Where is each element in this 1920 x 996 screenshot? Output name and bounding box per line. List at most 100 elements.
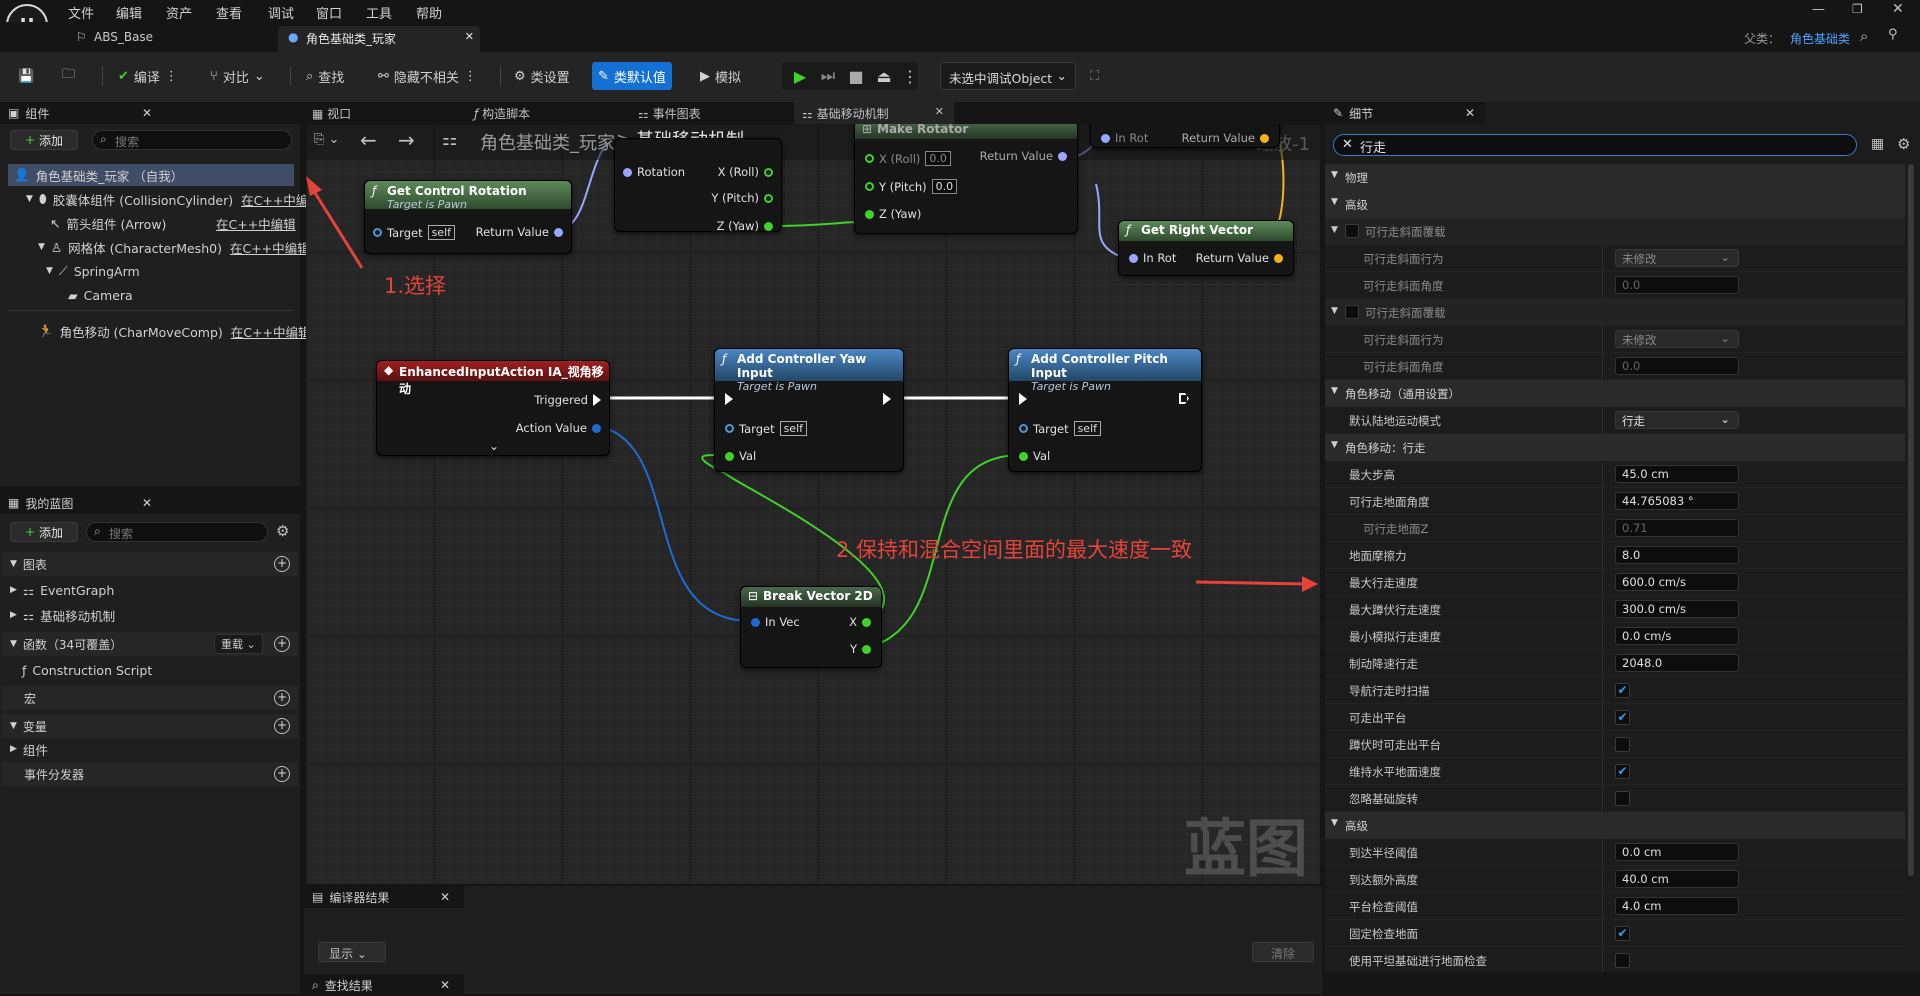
section-graphs[interactable]: ▼ 图表 + xyxy=(2,552,298,576)
add-blueprint-button[interactable]: + 添加 xyxy=(10,522,78,542)
panel-close-icon[interactable]: ✕ xyxy=(142,496,152,510)
step-icon[interactable]: ⏭ xyxy=(814,62,842,90)
find-button[interactable]: ⌕ 查找 xyxy=(300,62,350,90)
property-value-input[interactable]: 40.0 cm xyxy=(1615,870,1739,888)
edit-in-cpp-link[interactable]: 在C++中编辑 xyxy=(231,322,311,341)
property-dropdown[interactable]: 未修改 ⌄ xyxy=(1615,249,1739,267)
save-icon[interactable]: 💾 xyxy=(12,62,40,90)
panel-close-icon[interactable]: ✕ xyxy=(440,978,450,992)
property-dropdown[interactable]: 行走 ⌄ xyxy=(1615,411,1739,429)
tab-construction-script[interactable]: ƒ 构造脚本 xyxy=(474,105,530,122)
more-icon[interactable]: ⋮ xyxy=(165,69,178,84)
tab-close-icon[interactable]: ✕ xyxy=(465,30,474,43)
debug-filter-icon[interactable]: ⛶ xyxy=(1084,62,1105,90)
property-dropdown[interactable]: 未修改 ⌄ xyxy=(1615,330,1739,348)
tab-close-icon[interactable]: ✕ xyxy=(935,105,944,118)
gear-icon[interactable]: ⚙ xyxy=(276,522,289,540)
add-variable-icon[interactable]: + xyxy=(274,718,290,734)
property-value-input[interactable]: 8.0 xyxy=(1615,546,1739,564)
add-component-button[interactable]: + 添加 xyxy=(10,130,78,150)
edit-in-cpp-link[interactable]: 在C++中编辑 xyxy=(230,238,310,257)
property-value-input[interactable]: 4.0 cm xyxy=(1615,897,1739,915)
property-value-input[interactable]: 45.0 cm xyxy=(1615,465,1739,483)
tab-player-character[interactable]: ● 角色基础类_玩家 ✕ xyxy=(278,26,480,52)
clear-button[interactable]: 清除 xyxy=(1252,942,1314,962)
panel-close-icon[interactable]: ✕ xyxy=(440,890,450,904)
menu-tools[interactable]: 工具 xyxy=(366,3,392,22)
property-value-input[interactable]: 600.0 cm/s xyxy=(1615,573,1739,591)
blueprint-search-input[interactable]: ⌕ 搜索 xyxy=(86,522,268,542)
restore-icon[interactable]: ❐ xyxy=(1852,2,1863,16)
property-value-input[interactable]: 0.71 xyxy=(1615,519,1739,537)
component-arrow[interactable]: ↖ 箭头组件 (Arrow) xyxy=(50,212,166,234)
debug-object-select[interactable]: 未选中调试Object ⌄ xyxy=(940,62,1076,90)
property-value-input[interactable]: 0.0 xyxy=(1615,276,1739,294)
details-scrollbar[interactable] xyxy=(1908,164,1914,876)
stop-icon[interactable]: ■ xyxy=(842,62,870,90)
tab-abs-base[interactable]: ⚐ ABS_Base xyxy=(66,26,276,52)
add-function-icon[interactable]: + xyxy=(274,636,290,652)
component-camera[interactable]: ▰ Camera xyxy=(68,284,133,306)
property-value-input[interactable]: 0.0 cm xyxy=(1615,843,1739,861)
parent-class-link[interactable]: 角色基础类 xyxy=(1790,30,1850,47)
details-category[interactable]: ▼ 高级 xyxy=(1325,812,1905,839)
menu-debug[interactable]: 调试 xyxy=(268,3,294,22)
property-value-input[interactable]: 300.0 cm/s xyxy=(1615,600,1739,618)
menu-view[interactable]: 查看 xyxy=(216,3,242,22)
component-capsule[interactable]: ▼ ⬮ 胶囊体组件 (CollisionCylinder) 在C++中编 xyxy=(26,188,308,210)
show-dropdown[interactable]: 显示 ⌄ xyxy=(318,942,386,962)
menu-file[interactable]: 文件 xyxy=(68,3,94,22)
override-checkbox[interactable] xyxy=(1345,224,1359,238)
menu-help[interactable]: 帮助 xyxy=(416,3,442,22)
property-checkbox[interactable]: ✔ xyxy=(1615,764,1630,779)
browse-icon[interactable]: 🗀 xyxy=(56,62,81,90)
component-self[interactable]: 👤 角色基础类_玩家 （自我） xyxy=(8,164,294,186)
property-checkbox[interactable] xyxy=(1615,953,1630,968)
property-value-input[interactable]: 0.0 cm/s xyxy=(1615,627,1739,645)
play-icon[interactable]: ▶ xyxy=(786,62,814,90)
variables-components[interactable]: ▶ 组件 xyxy=(10,738,48,760)
diff-button[interactable]: ⑂ 对比 ⌄ xyxy=(204,62,271,90)
section-variables[interactable]: ▼ 变量 + xyxy=(2,714,298,738)
details-category[interactable]: ▼ 角色移动（通用设置） xyxy=(1325,380,1905,407)
gear-icon[interactable]: ⚙ xyxy=(1897,135,1910,153)
details-category[interactable]: ▼ 角色移动：行走 xyxy=(1325,434,1905,461)
section-dispatchers[interactable]: 事件分发器 + xyxy=(2,762,298,786)
component-charmove[interactable]: 🏃 角色移动 (CharMoveComp) 在C++中编辑 xyxy=(38,320,310,342)
pin-icon[interactable]: ⚲ xyxy=(1888,27,1898,42)
eject-icon[interactable]: ⏏ xyxy=(870,62,898,90)
menu-assets[interactable]: 资产 xyxy=(166,3,192,22)
clear-search-icon[interactable]: ✕ xyxy=(1342,137,1353,152)
property-value-input[interactable]: 0.0 xyxy=(1615,357,1739,375)
menu-window[interactable]: 窗口 xyxy=(316,3,342,22)
tab-viewport[interactable]: ▦ 视口 xyxy=(312,105,351,122)
details-search-input[interactable]: ✕ 行走 xyxy=(1333,134,1857,156)
menu-edit[interactable]: 编辑 xyxy=(116,3,142,22)
tab-movement[interactable]: ⚏ 基础移动机制 ✕ xyxy=(794,102,954,124)
table-view-icon[interactable]: ▦ xyxy=(1871,136,1884,152)
section-macros[interactable]: 宏 + xyxy=(2,686,298,710)
add-graph-icon[interactable]: + xyxy=(274,556,290,572)
close-window-icon[interactable]: ✕ xyxy=(1892,1,1904,17)
override-checkbox[interactable] xyxy=(1345,305,1359,319)
property-checkbox[interactable] xyxy=(1615,791,1630,806)
property-checkbox[interactable] xyxy=(1615,737,1630,752)
property-checkbox[interactable]: ✔ xyxy=(1615,683,1630,698)
section-functions[interactable]: ▼ 函数（34可覆盖） 重载 ⌄ + xyxy=(2,632,298,656)
simulate-button[interactable]: ▶ 模拟 xyxy=(694,62,747,90)
minimize-icon[interactable]: — xyxy=(1812,2,1825,17)
more-icon[interactable]: ⋮ xyxy=(896,62,924,90)
component-springarm[interactable]: ▼ ⟋ SpringArm xyxy=(46,260,140,282)
graph-item-movement[interactable]: ▶ ⚏ 基础移动机制 xyxy=(10,604,115,626)
component-mesh[interactable]: ▼ ♙ 网格体 (CharacterMesh0) 在C++中编辑 xyxy=(38,236,310,258)
hide-unrelated-button[interactable]: ⚯ 隐藏不相关 ⋮ xyxy=(372,62,483,90)
property-checkbox[interactable]: ✔ xyxy=(1615,710,1630,725)
more-icon[interactable]: ⋮ xyxy=(464,69,477,84)
panel-close-icon[interactable]: ✕ xyxy=(142,106,152,120)
class-settings-button[interactable]: ⚙ 类设置 xyxy=(508,62,576,90)
function-construction-script[interactable]: ƒ Construction Script xyxy=(22,659,152,681)
graph-item-eventgraph[interactable]: ▶ ⚏ EventGraph xyxy=(10,579,114,601)
add-macro-icon[interactable]: + xyxy=(274,690,290,706)
property-value-input[interactable]: 2048.0 xyxy=(1615,654,1739,672)
edit-in-cpp-link[interactable]: 在C++中编辑 xyxy=(216,212,296,234)
